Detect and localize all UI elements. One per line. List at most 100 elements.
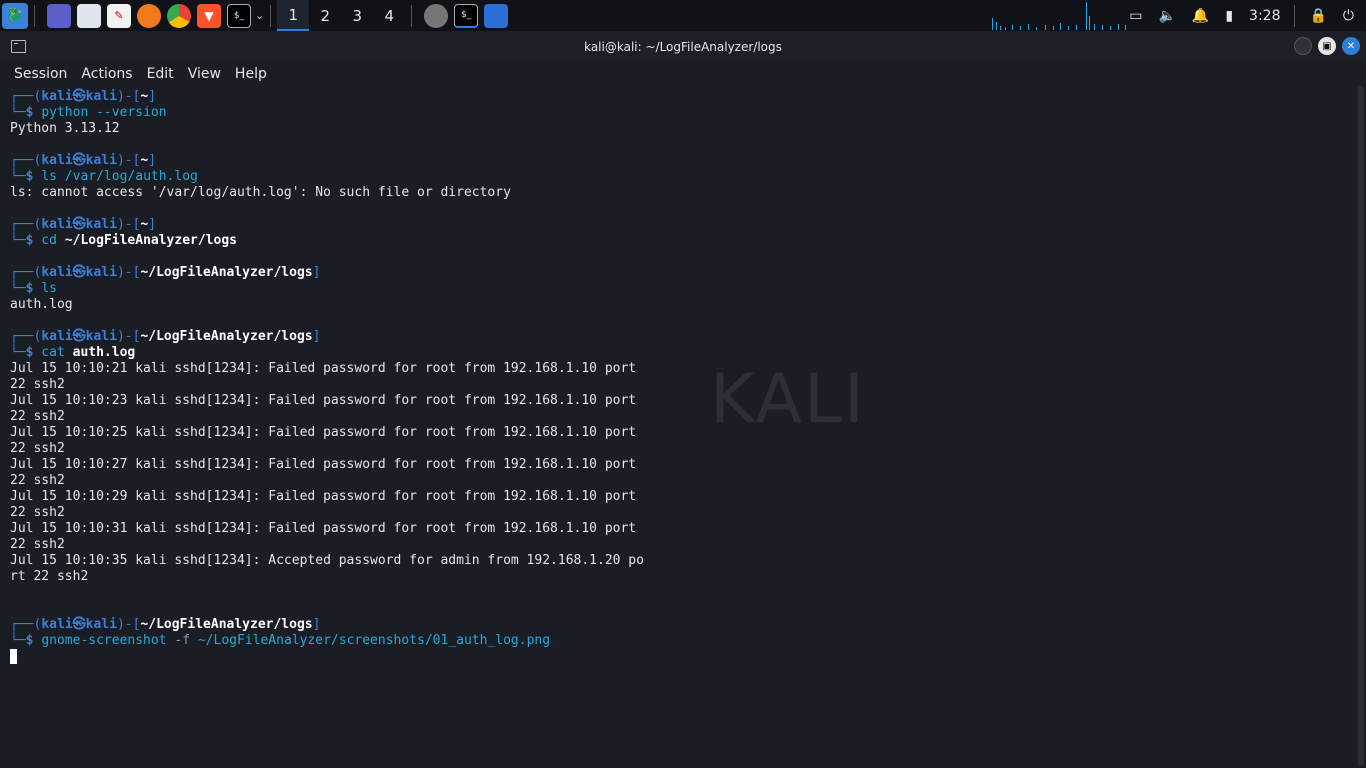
prompt-symbol: $ [25,281,42,296]
prompt-decoration: └─ [10,169,26,184]
prompt-decoration: ┌──( [10,217,42,232]
prompt-decoration: )-[ [116,265,141,280]
workspace-4[interactable]: 4 [373,0,405,31]
display-icon[interactable]: ▭ [1129,8,1142,24]
minimize-button[interactable] [1294,37,1312,55]
menubar: Session Actions Edit View Help [0,62,1366,86]
output-line: ls: cannot access '/var/log/auth.log': N… [10,185,511,200]
chrome-icon[interactable] [167,3,191,28]
prompt-decoration: └─ [10,233,26,248]
maximize-button[interactable]: ▣ [1318,37,1336,55]
workspace-2[interactable]: 2 [309,0,341,31]
terminal-window-icon[interactable] [11,40,26,53]
volume-icon[interactable]: 🔈 [1158,8,1175,24]
output-line: 22 ssh2 [10,377,65,392]
prompt-user-host: kali㉿kali [41,153,117,168]
clock[interactable]: 3:28 [1249,8,1280,24]
notification-bell-icon[interactable]: 🔔 [1192,8,1209,24]
output-line: auth.log [10,297,73,312]
terminal-launcher-icon[interactable]: $_ [227,3,251,28]
chatgpt-task-icon[interactable] [424,3,449,28]
text-editor-icon[interactable]: ✎ [107,3,131,28]
prompt-decoration: ] [148,89,157,104]
command-name: cd [41,233,57,248]
prompt-decoration: ┌──( [10,617,42,632]
command-line: └─$ ls [10,281,1350,297]
menu-edit[interactable]: Edit [147,66,174,82]
power-icon[interactable]: ⏻ [1343,8,1354,24]
workspace-3[interactable]: 3 [341,0,373,31]
firefox-icon[interactable] [137,3,161,28]
command-line: └─$ gnome-screenshot -f ~/LogFileAnalyze… [10,633,1350,649]
output-line: Jul 15 10:10:25 kali sshd[1234]: Failed … [10,425,637,440]
lock-icon[interactable]: 🔒 [1309,8,1326,24]
prompt-directory: ~/LogFileAnalyzer/logs [140,617,313,632]
close-button[interactable]: ✕ [1342,37,1360,55]
prompt-line: ┌──(kali㉿kali)-[~/LogFileAnalyzer/logs] [10,265,1350,281]
command-flag: -f [174,633,191,648]
output-line: 22 ssh2 [10,409,65,424]
prompt-decoration: ┌──( [10,329,42,344]
panel-separator [411,4,413,27]
command-name: ls [41,281,57,296]
command-args: auth.log [72,345,136,360]
output-line: 22 ssh2 [10,441,65,456]
prompt-user-host: kali㉿kali [41,617,117,632]
cursor-line [10,649,1350,665]
output-line: 22 ssh2 [10,537,65,552]
prompt-decoration: ] [312,617,321,632]
terminal-task-icon[interactable]: $_ [454,3,479,28]
folder-task-icon[interactable] [484,3,509,28]
prompt-decoration: )-[ [116,617,141,632]
prompt-decoration: ] [148,217,157,232]
prompt-decoration: ] [312,265,321,280]
output-line: Python 3.13.12 [10,121,120,136]
prompt-line: ┌──(kali㉿kali)-[~/LogFileAnalyzer/logs] [10,329,1350,345]
prompt-decoration: ] [312,329,321,344]
system-tray: ▭ 🔈 🔔 ▮ 3:28 🔒 ⏻ [1121,0,1366,31]
output-line: Jul 15 10:10:23 kali sshd[1234]: Failed … [10,393,637,408]
prompt-decoration: ┌──( [10,265,42,280]
prompt-decoration: └─ [10,281,26,296]
command-line: └─$ cd ~/LogFileAnalyzer/logs [10,233,1350,249]
scrollbar[interactable] [1358,86,1364,766]
prompt-decoration: ┌──( [10,89,42,104]
terminal-output[interactable]: ┌──(kali㉿kali)-[~] └─$ python --version Py… [10,89,1350,759]
menu-actions[interactable]: Actions [81,66,132,82]
brave-icon[interactable]: ▼ [197,3,221,28]
output-line: Jul 15 10:10:29 kali sshd[1234]: Failed … [10,489,637,504]
panel-separator [34,4,35,27]
prompt-line: ┌──(kali㉿kali)-[~] [10,89,1350,105]
cpu-graph [990,2,1130,30]
prompt-user-host: kali㉿kali [41,265,117,280]
file-manager-icon[interactable] [77,3,101,28]
menu-help[interactable]: Help [235,66,267,82]
output-line: 22 ssh2 [10,505,65,520]
output-line: Jul 15 10:10:35 kali sshd[1234]: Accepte… [10,553,644,568]
prompt-user-host: kali㉿kali [41,329,117,344]
prompt-decoration: └─ [10,345,26,360]
chevron-down-icon[interactable]: ⌄ [255,9,264,22]
prompt-symbol: $ [25,233,42,248]
kali-menu-icon[interactable]: 🐉 [2,2,28,29]
prompt-decoration: └─ [10,633,26,648]
command-name: cat [41,345,65,360]
show-desktop-icon[interactable] [47,3,71,28]
workspace-1[interactable]: 1 [277,0,310,31]
prompt-decoration: )-[ [116,89,141,104]
window-titlebar[interactable]: kali@kali: ~/LogFileAnalyzer/logs ▣ ✕ [0,31,1366,62]
panel-separator [1294,4,1296,27]
menu-view[interactable]: View [188,66,221,82]
prompt-directory: ~/LogFileAnalyzer/logs [140,329,313,344]
output-line: rt 22 ssh2 [10,569,89,584]
prompt-decoration: )-[ [116,153,141,168]
prompt-decoration: └─ [10,105,26,120]
battery-icon[interactable]: ▮ [1225,8,1233,24]
menu-session[interactable]: Session [14,66,67,82]
window-title: kali@kali: ~/LogFileAnalyzer/logs [584,39,782,54]
command-name: gnome-screenshot [41,633,167,648]
